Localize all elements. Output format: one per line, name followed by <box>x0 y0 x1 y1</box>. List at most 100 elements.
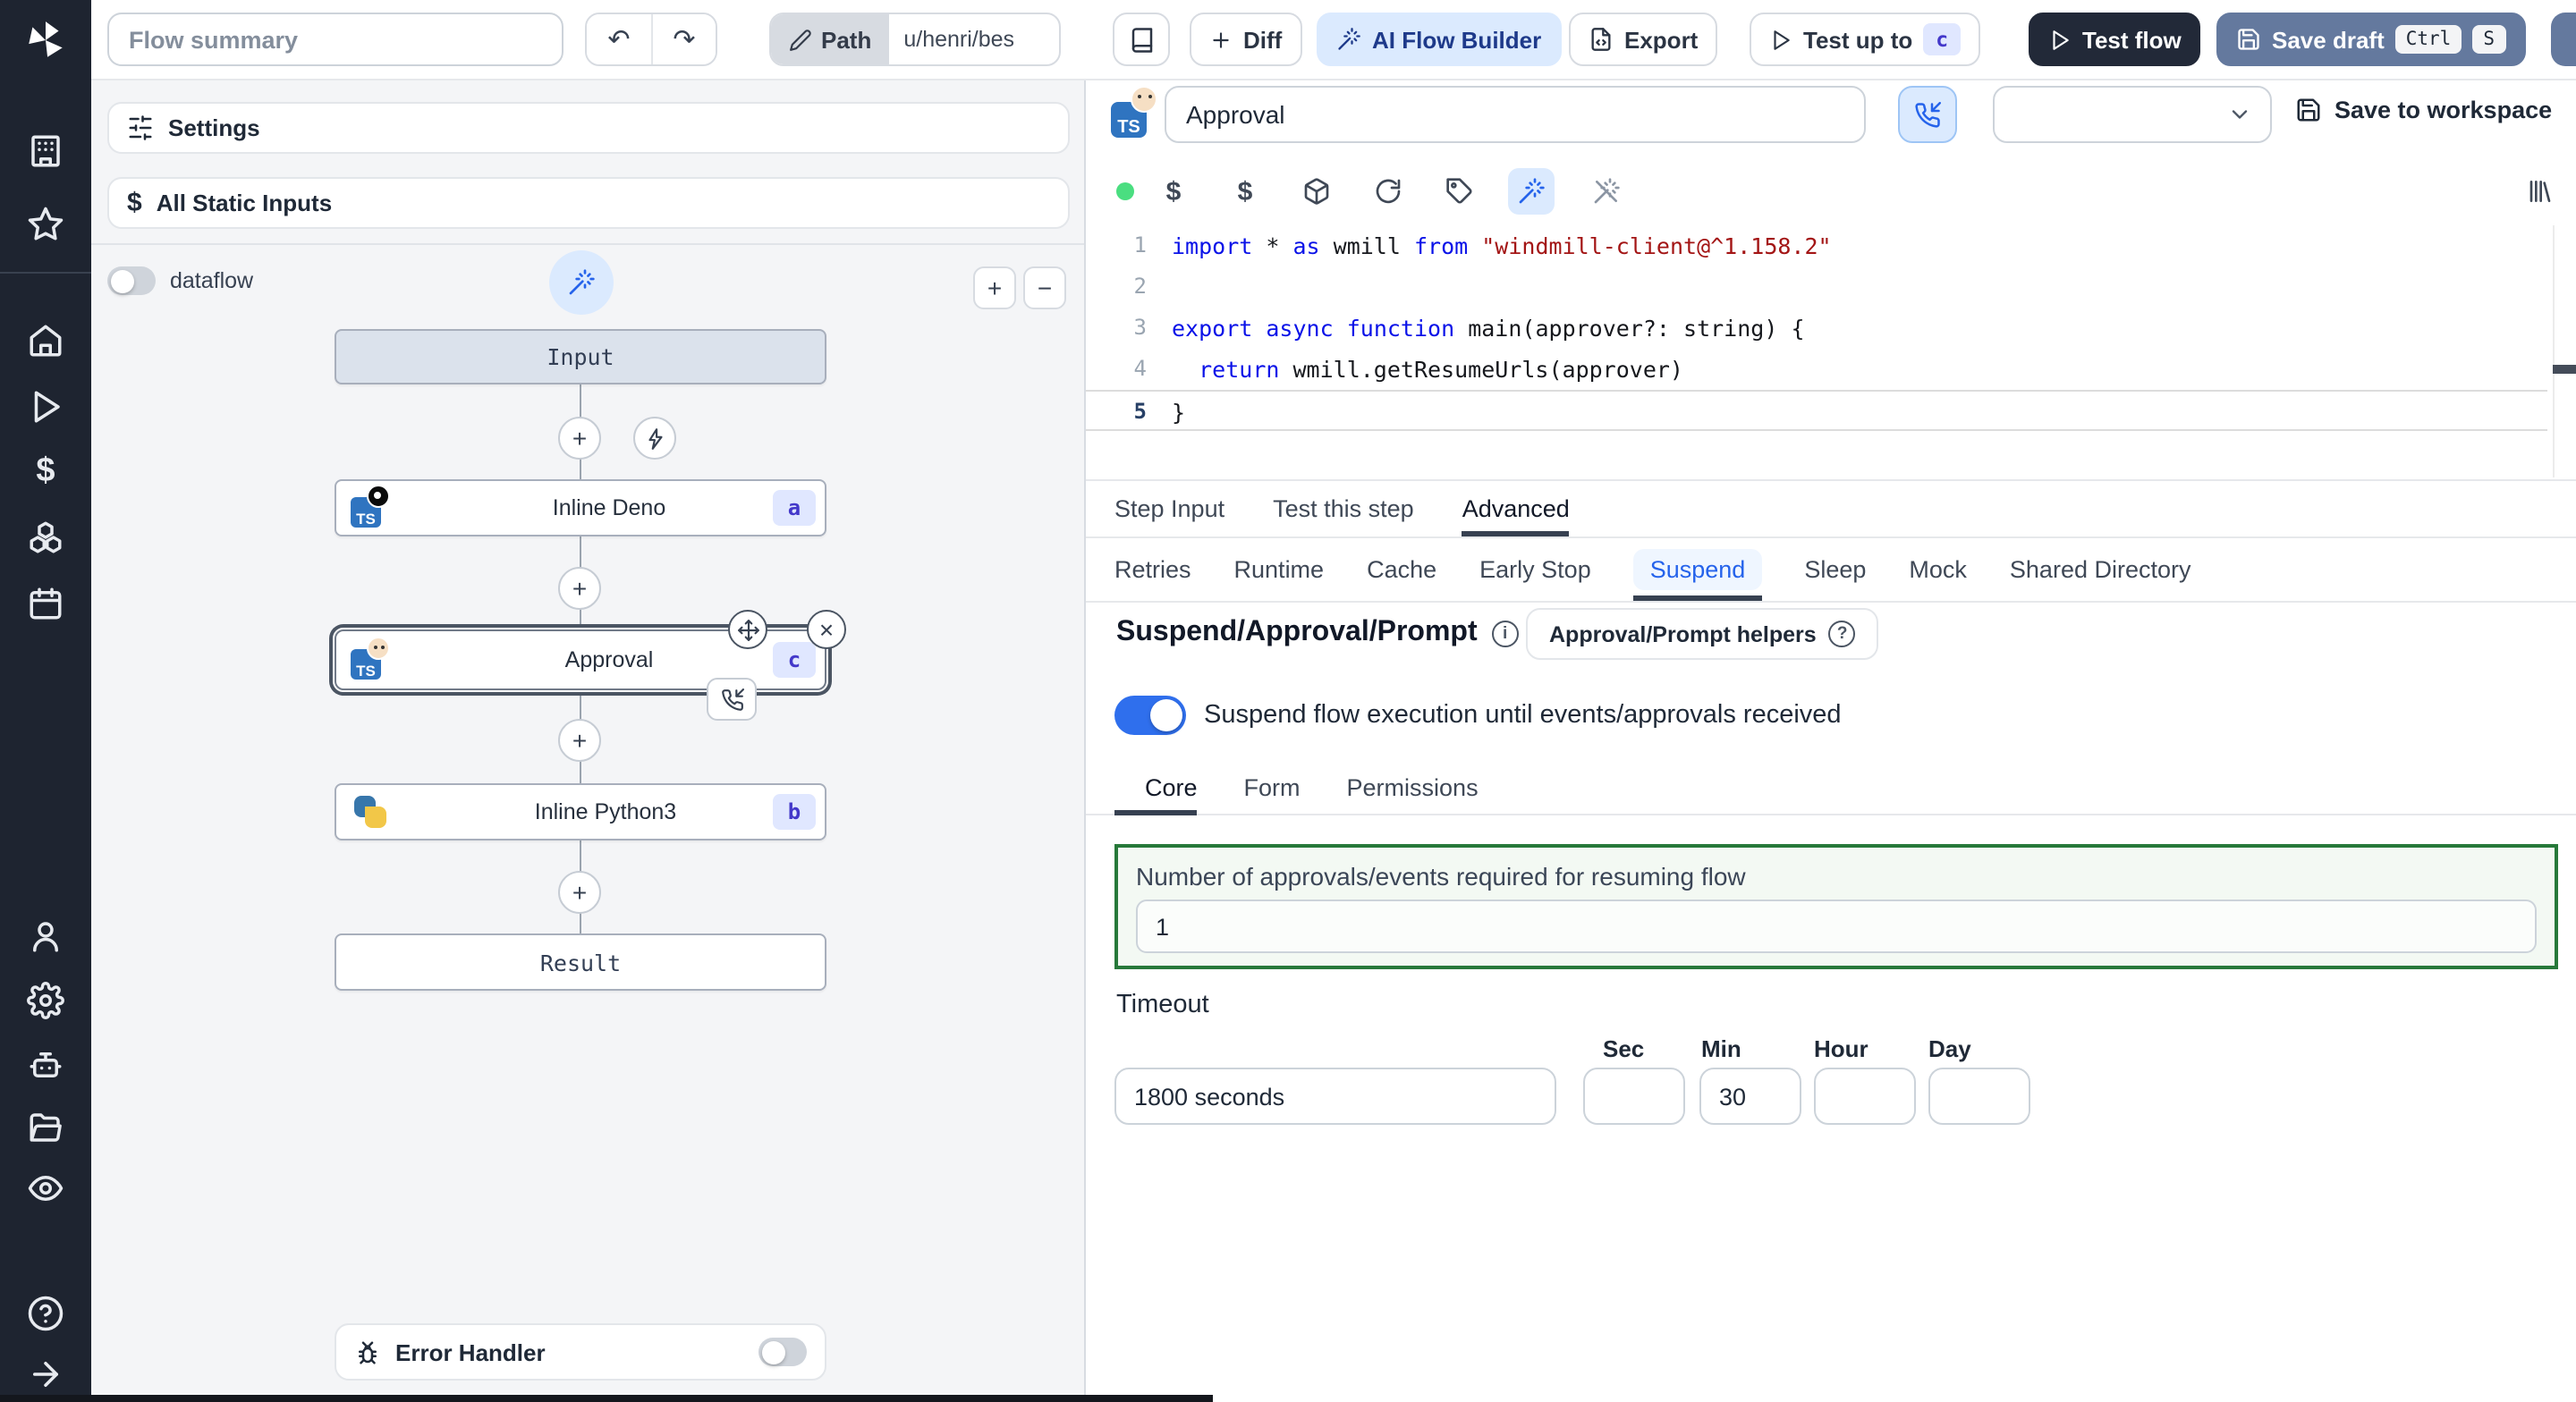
tab-early-stop[interactable]: Early Stop <box>1479 538 1591 601</box>
flow-settings-button[interactable]: Settings <box>107 102 1070 154</box>
format-tag-button[interactable] <box>1436 168 1483 215</box>
tab-advanced[interactable]: Advanced <box>1462 481 1570 536</box>
result-node[interactable]: Result <box>335 933 826 991</box>
input-node[interactable]: Input <box>335 329 826 384</box>
collapse-arrow-icon[interactable] <box>27 1356 64 1393</box>
save-to-workspace-button[interactable]: Save to workspace <box>2295 97 2552 123</box>
tab-step-input[interactable]: Step Input <box>1114 481 1224 536</box>
ai-assistant-button[interactable] <box>1508 168 1555 215</box>
users-icon[interactable] <box>27 917 64 955</box>
magic-wand-icon <box>569 269 595 295</box>
error-handler-toggle[interactable] <box>758 1338 807 1366</box>
timeout-hour-input[interactable] <box>1814 1068 1916 1125</box>
tab-test-this-step[interactable]: Test this step <box>1273 481 1414 536</box>
error-handler-bar[interactable]: Error Handler <box>335 1323 826 1381</box>
tab-form[interactable]: Form <box>1244 760 1301 814</box>
timeout-day-input[interactable] <box>1928 1068 2030 1125</box>
step-node-inline-python3[interactable]: Inline Python3 b <box>335 783 826 840</box>
add-step-button[interactable]: + <box>558 417 601 460</box>
info-icon[interactable]: i <box>1491 620 1519 646</box>
diff-button[interactable]: Diff <box>1190 13 1302 66</box>
export-button[interactable]: Export <box>1569 13 1718 66</box>
flow-summary-input[interactable] <box>107 13 564 66</box>
tab-core[interactable]: Core <box>1145 760 1198 814</box>
ai-suggest-wand-button[interactable] <box>549 250 614 315</box>
settings-gear-icon[interactable] <box>27 982 64 1019</box>
library-button[interactable] <box>2515 168 2562 215</box>
tab-mock[interactable]: Mock <box>1909 538 1967 601</box>
runs-play-icon[interactable] <box>27 388 64 426</box>
path-control[interactable]: Path u/henri/bes <box>769 13 1061 66</box>
path-value[interactable]: u/henri/bes <box>889 14 1029 64</box>
undo-button[interactable]: ↶ <box>587 14 651 64</box>
schedules-calendar-icon[interactable] <box>27 585 64 622</box>
test-flow-button[interactable]: Test flow <box>2029 13 2201 66</box>
add-step-button[interactable]: + <box>558 567 601 610</box>
tab-retries[interactable]: Retries <box>1114 538 1191 601</box>
timeout-total-input[interactable] <box>1114 1068 1556 1125</box>
approvals-required-label: Number of approvals/events required for … <box>1136 862 1746 891</box>
audit-eye-icon[interactable] <box>27 1170 64 1207</box>
docs-book-button[interactable] <box>1113 13 1170 66</box>
tab-cache[interactable]: Cache <box>1367 538 1436 601</box>
ai-flow-builder-button[interactable]: AI Flow Builder <box>1317 13 1562 66</box>
editor-scrollbar-thumb[interactable] <box>2553 365 2576 374</box>
zoom-in-button[interactable]: + <box>973 266 1016 309</box>
reset-button[interactable] <box>1365 168 1411 215</box>
help-question-icon[interactable] <box>27 1295 64 1332</box>
insert-resource-button[interactable]: $ <box>1222 168 1268 215</box>
windmill-logo-icon[interactable] <box>23 18 68 63</box>
dataflow-label: dataflow <box>170 268 254 293</box>
all-static-inputs-button[interactable]: $ All Static Inputs <box>107 177 1070 229</box>
resources-blocks-icon[interactable] <box>27 519 64 556</box>
add-trigger-button[interactable] <box>633 417 676 460</box>
approval-phone-button[interactable] <box>1898 86 1957 143</box>
add-step-button[interactable]: + <box>558 719 601 762</box>
variables-dollar-icon[interactable]: $ <box>27 452 64 490</box>
code-line[interactable]: 1 import * as wmill from "windmill-client… <box>1086 225 2576 266</box>
folders-icon[interactable] <box>27 1109 64 1146</box>
approval-phone-incoming-badge[interactable] <box>707 678 757 721</box>
test-flow-label: Test flow <box>2082 26 2182 53</box>
add-step-button[interactable]: + <box>558 871 601 914</box>
ai-flow-builder-label: AI Flow Builder <box>1372 26 1542 53</box>
redo-button[interactable]: ↷ <box>651 14 716 64</box>
insert-variable-button[interactable]: $ <box>1150 168 1197 215</box>
deploy-button-partial[interactable] <box>2551 13 2576 66</box>
path-edit-segment[interactable]: Path <box>771 14 890 64</box>
step-title-input[interactable] <box>1165 86 1866 143</box>
sliders-icon <box>129 115 152 140</box>
tab-suspend[interactable]: Suspend <box>1633 538 1762 601</box>
zoom-out-button[interactable]: − <box>1023 266 1066 309</box>
ai-off-button[interactable] <box>1583 168 1630 215</box>
dataflow-toggle[interactable] <box>107 266 156 295</box>
code-line[interactable]: 2 <box>1086 266 2576 308</box>
code-line[interactable]: 3 export async function main(approver?: s… <box>1086 308 2576 349</box>
move-step-handle[interactable] <box>728 610 767 649</box>
package-icon <box>1304 178 1329 205</box>
timeout-min-input[interactable] <box>1699 1068 1801 1125</box>
approvals-required-input[interactable] <box>1136 899 2537 953</box>
tab-runtime[interactable]: Runtime <box>1234 538 1325 601</box>
timeout-sec-input[interactable] <box>1583 1068 1685 1125</box>
delete-step-button[interactable]: × <box>807 610 846 649</box>
package-button[interactable] <box>1293 168 1340 215</box>
script-version-select[interactable] <box>1993 86 2272 143</box>
step-node-inline-deno[interactable]: TS Inline Deno a <box>335 479 826 536</box>
tab-sleep[interactable]: Sleep <box>1804 538 1866 601</box>
code-line[interactable]: 4 return wmill.getResumeUrls(approver) <box>1086 349 2576 390</box>
tab-shared-directory[interactable]: Shared Directory <box>2010 538 2191 601</box>
code-editor[interactable]: 1 import * as wmill from "windmill-client… <box>1086 225 2576 477</box>
home-icon[interactable] <box>27 322 64 359</box>
code-line[interactable]: 5} <box>1086 390 2547 431</box>
typescript-approval-icon: TS <box>1111 86 1161 138</box>
tab-permissions[interactable]: Permissions <box>1347 760 1479 814</box>
min-label: Min <box>1701 1035 1741 1062</box>
workspace-building-icon[interactable] <box>27 132 64 170</box>
workers-robot-icon[interactable] <box>27 1046 64 1084</box>
favorites-star-icon[interactable] <box>27 206 64 243</box>
approval-prompt-helpers-button[interactable]: Approval/Prompt helpers ? <box>1526 608 1879 660</box>
suspend-toggle[interactable] <box>1114 696 1186 735</box>
save-draft-button[interactable]: Save draft Ctrl S <box>2216 13 2525 66</box>
test-up-to-button[interactable]: Test up to c <box>1750 13 1981 66</box>
